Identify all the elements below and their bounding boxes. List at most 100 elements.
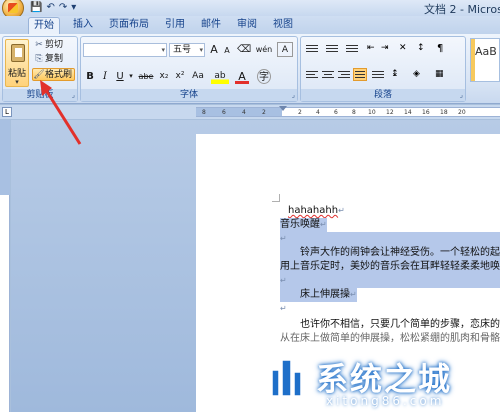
clipboard-icon	[11, 44, 25, 62]
ruler-tick: 4	[316, 109, 320, 116]
enclose-char-button[interactable]: 字	[257, 69, 271, 84]
customize-qat-icon[interactable]: ▾	[71, 2, 76, 14]
change-case-button[interactable]: Aa	[189, 69, 207, 84]
superscript-button[interactable]: x²	[173, 69, 187, 84]
doc-line[interactable]: 床上伸展操↵	[280, 288, 357, 302]
doc-line[interactable]: ↵	[280, 302, 287, 316]
doc-line[interactable]: hahahahh↵	[288, 204, 345, 218]
doc-line[interactable]: 从在床上做简单的伸展操，松松紧绷的肌肉和骨骼	[280, 332, 500, 346]
paragraph-mark-icon: ↵	[338, 206, 345, 215]
tab-references[interactable]: 引用	[160, 17, 190, 33]
paragraph-mark-icon: ↵	[320, 220, 327, 229]
align-center-button[interactable]	[321, 69, 335, 82]
increase-indent-icon[interactable]: ⇥	[381, 43, 395, 56]
ruler-tick: 14	[404, 109, 412, 116]
ruler-tick: 18	[440, 109, 448, 116]
dialog-launcher-icon[interactable]: ⌟	[292, 91, 295, 99]
copy-button[interactable]: ⎘ 复制	[33, 53, 63, 66]
subscript-button[interactable]: x₂	[157, 69, 171, 84]
align-left-button[interactable]	[305, 69, 319, 82]
paragraph-group-label: 段落	[301, 89, 465, 101]
tab-review[interactable]: 审阅	[232, 17, 262, 33]
first-line-indent-marker[interactable]	[279, 106, 287, 111]
paragraph-mark-icon: ↵	[280, 304, 287, 313]
pilcrow-icon[interactable]: ¶	[437, 43, 451, 56]
tab-page-layout[interactable]: 页面布局	[104, 17, 154, 33]
distributed-button[interactable]	[371, 69, 385, 82]
italic-button[interactable]: I	[99, 69, 111, 84]
doc-line[interactable]: 也许你不相信，只要几个简单的步骤，恋床的毛	[280, 318, 500, 332]
doc-line-text: 从在床上做简单的伸展操，松松紧绷的肌肉和骨骼	[280, 333, 500, 344]
copy-icon: ⎘	[35, 54, 43, 64]
horizontal-ruler[interactable]: 8 6 4 2 2 4 6 8 10 12 14 16 18 20	[196, 106, 500, 117]
highlight-button[interactable]: ab	[211, 69, 229, 84]
eraser-icon: ⌫	[237, 44, 252, 55]
paragraph-group: ⇤ ⇥ ✕ ↕ ¶ ↨ ◈ ▦ 段落 ⌟	[300, 36, 466, 102]
border-icon[interactable]: ▦	[435, 69, 449, 82]
grow-font-button[interactable]: A	[207, 42, 221, 57]
paragraph-mark-icon: ↵	[280, 276, 287, 285]
line-spacing-icon[interactable]: ↨	[391, 69, 405, 82]
tab-insert[interactable]: 插入	[68, 17, 98, 33]
bullets-button[interactable]	[305, 43, 319, 56]
style-sample: AaB	[475, 45, 497, 58]
doc-line-text: 床上伸展操	[300, 289, 350, 300]
doc-line[interactable]: 用上音乐定时，美妙的音乐会在耳畔轻轻柔柔地唤醒	[280, 260, 500, 274]
doc-line-text: 用上音乐定时，美妙的音乐会在耳畔轻轻柔柔地唤醒	[280, 261, 500, 272]
scissors-icon: ✂	[35, 40, 43, 50]
doc-line[interactable]: ↵	[280, 232, 500, 246]
char-border-button[interactable]: A	[277, 42, 293, 57]
shrink-font-button[interactable]: A	[221, 43, 233, 58]
arrow-head-icon	[40, 80, 52, 96]
tab-mailings[interactable]: 邮件	[196, 17, 226, 33]
justify-button[interactable]	[353, 68, 367, 81]
doc-line-text: 也许你不相信，只要几个简单的步骤，恋床的毛	[300, 319, 500, 330]
cut-button[interactable]: ✂ 剪切	[33, 39, 63, 52]
office-logo-icon	[8, 3, 18, 13]
ruler-tick: 6	[222, 109, 226, 116]
undo-icon[interactable]: ↶	[46, 2, 54, 14]
ruler-tick: 6	[334, 109, 338, 116]
ruler-tick: 10	[368, 109, 376, 116]
clear-format-button[interactable]: ⌫	[237, 42, 251, 57]
font-color-button[interactable]: A	[235, 69, 249, 84]
strikethrough-button[interactable]: abe	[137, 69, 155, 84]
paste-button[interactable]: 粘贴 ▾	[5, 39, 29, 87]
vertical-ruler[interactable]	[0, 120, 10, 412]
styles-gallery[interactable]: AaB	[470, 38, 500, 82]
sort-icon[interactable]: ↕	[417, 43, 431, 56]
window-title: 文档 2 - Microsoft	[424, 3, 500, 16]
doc-line[interactable]: ↵	[280, 274, 500, 288]
ruler-tick: 8	[202, 109, 206, 116]
shading-icon[interactable]: ◈	[413, 69, 427, 82]
decrease-indent-icon[interactable]: ⇤	[367, 43, 381, 56]
paragraph-mark-icon: ↵	[350, 290, 357, 299]
tab-view[interactable]: 视图	[268, 17, 298, 33]
underline-button[interactable]: U	[114, 69, 126, 84]
ruler-top-margin	[0, 120, 10, 195]
numbering-button[interactable]	[325, 43, 339, 56]
doc-line[interactable]: 音乐唤醒↵	[280, 218, 327, 232]
tab-selector[interactable]: L	[2, 107, 12, 117]
watermark: 系统之城 xitong86.com	[258, 352, 500, 412]
dialog-launcher-icon[interactable]: ⌟	[460, 91, 463, 99]
chinese-layout-icon[interactable]: ✕	[399, 43, 413, 56]
ribbon-tabs: 开始 插入 页面布局 引用 邮件 审阅 视图	[0, 16, 500, 34]
red-arrow-annotation	[40, 80, 82, 145]
doc-line[interactable]: 铃声大作的闹钟会让神经受伤。一个轻松的起床	[280, 246, 500, 260]
font-name-combo[interactable]: ▾	[83, 43, 167, 57]
multilevel-list-button[interactable]	[345, 43, 359, 56]
phonetic-guide-button[interactable]: wén	[255, 42, 273, 57]
doc-line-text: 铃声大作的闹钟会让神经受伤。一个轻松的起床	[300, 247, 500, 258]
redo-icon[interactable]: ↷	[59, 2, 67, 14]
tab-home[interactable]: 开始	[28, 17, 60, 34]
paragraph-mark-icon: ↵	[280, 234, 287, 243]
font-size-combo[interactable]: 五号 ▾	[169, 43, 205, 57]
save-icon[interactable]: 💾	[30, 2, 42, 14]
font-group-label: 字体	[81, 89, 297, 101]
city-logo-icon	[259, 359, 315, 407]
cut-label: 剪切	[45, 40, 64, 50]
chevron-down-icon[interactable]: ▾	[127, 69, 135, 84]
title-bar: 💾 ↶ ↷ ▾ 文档 2 - Microsoft	[0, 0, 500, 19]
align-right-button[interactable]	[337, 69, 351, 82]
